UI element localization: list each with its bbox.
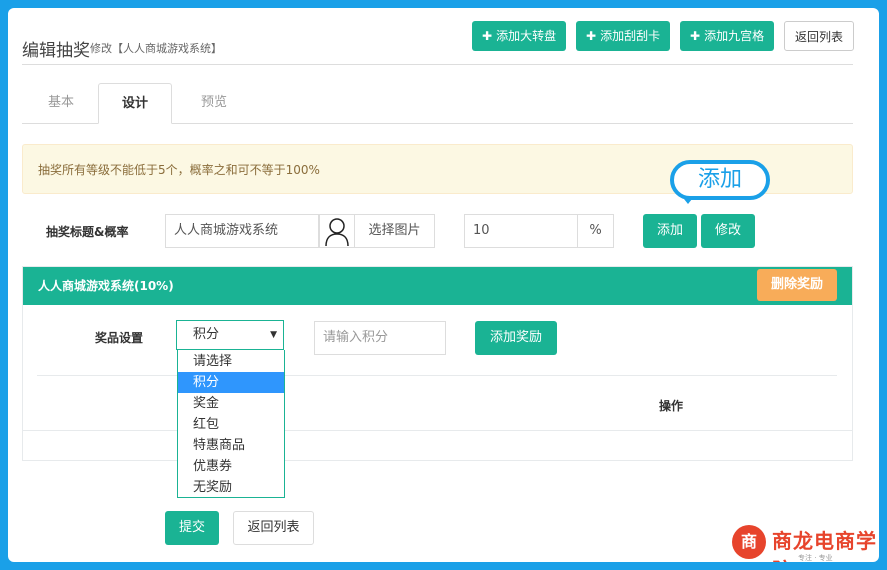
tab-preview[interactable]: 预览 (176, 83, 252, 123)
rate-input[interactable]: 10 (464, 214, 578, 248)
user-icon (325, 218, 349, 247)
action-column-header: 操作 (659, 399, 684, 413)
divider (37, 375, 837, 376)
plus-icon: ✚ (482, 29, 493, 43)
title-rate-label: 抽奖标题&概率 (46, 225, 129, 239)
page-title: 编辑抽奖 (22, 41, 90, 61)
submit-button[interactable]: 提交 (165, 511, 219, 545)
add-scratch-card-button[interactable]: ✚ 添加刮刮卡 (576, 21, 671, 51)
add-wheel-button[interactable]: ✚ 添加大转盘 (472, 21, 567, 51)
main-frame: 编辑抽奖 修改【人人商城游戏系统】 ✚ 添加大转盘 ✚ 添加刮刮卡 ✚ 添加九宫格 返… (8, 8, 879, 562)
prize-type-dropdown: 请选择 积分 奖金 红包 特惠商品 优惠券 无奖励 (177, 350, 285, 498)
points-input[interactable]: 请输入积分 (314, 321, 446, 355)
prize-panel: 人人商城游戏系统(10%) 删除奖励 奖品设置 请输入积分 添加奖励 操作 (22, 266, 853, 461)
add-nine-grid-button[interactable]: ✚ 添加九宫格 (680, 21, 775, 51)
tab-basic[interactable]: 基本 (22, 83, 100, 123)
option-no-reward[interactable]: 无奖励 (178, 477, 284, 498)
option-red-packet[interactable]: 红包 (178, 414, 284, 435)
tab-design[interactable]: 设计 (98, 83, 172, 124)
plus-icon: ✚ (586, 29, 597, 43)
delete-reward-button[interactable]: 删除奖励 (757, 269, 837, 301)
choose-image-button[interactable]: 选择图片 (354, 214, 435, 248)
prize-setting-label: 奖品设置 (95, 331, 144, 345)
logo-tagline: 专注 · 专业 (798, 554, 833, 562)
percent-addon: % (577, 214, 614, 248)
brand-logo: 商 商龙电商学院 专注 · 专业 (732, 523, 879, 562)
add-callout-bubble: 添加 (670, 160, 770, 200)
back-to-list-button[interactable]: 返回列表 (784, 21, 855, 51)
caret-down-icon: ▼ (270, 330, 277, 340)
divider (23, 430, 852, 431)
image-thumbnail[interactable] (319, 214, 355, 248)
option-coupon[interactable]: 优惠券 (178, 456, 284, 477)
option-points[interactable]: 积分 (178, 372, 284, 393)
add-button[interactable]: 添加 (643, 214, 697, 248)
page-header: 编辑抽奖 修改【人人商城游戏系统】 ✚ 添加大转盘 ✚ 添加刮刮卡 ✚ 添加九宫格 返… (22, 20, 855, 65)
plus-icon: ✚ (690, 29, 701, 43)
option-please-select[interactable]: 请选择 (178, 351, 284, 372)
tab-bar: 基本 设计 预览 (22, 83, 853, 124)
prize-type-select[interactable]: 积分 ▼ (176, 320, 284, 350)
edit-button[interactable]: 修改 (701, 214, 755, 248)
add-reward-button[interactable]: 添加奖励 (475, 321, 557, 355)
footer-back-button[interactable]: 返回列表 (233, 511, 314, 545)
logo-mark: 商 (732, 525, 766, 559)
page-subtitle: 修改【人人商城游戏系统】 (90, 42, 222, 55)
option-bonus[interactable]: 奖金 (178, 393, 284, 414)
title-input[interactable]: 人人商城游戏系统 (165, 214, 319, 248)
panel-heading: 人人商城游戏系统(10%) 删除奖励 (23, 267, 852, 305)
option-special-product[interactable]: 特惠商品 (178, 435, 284, 456)
